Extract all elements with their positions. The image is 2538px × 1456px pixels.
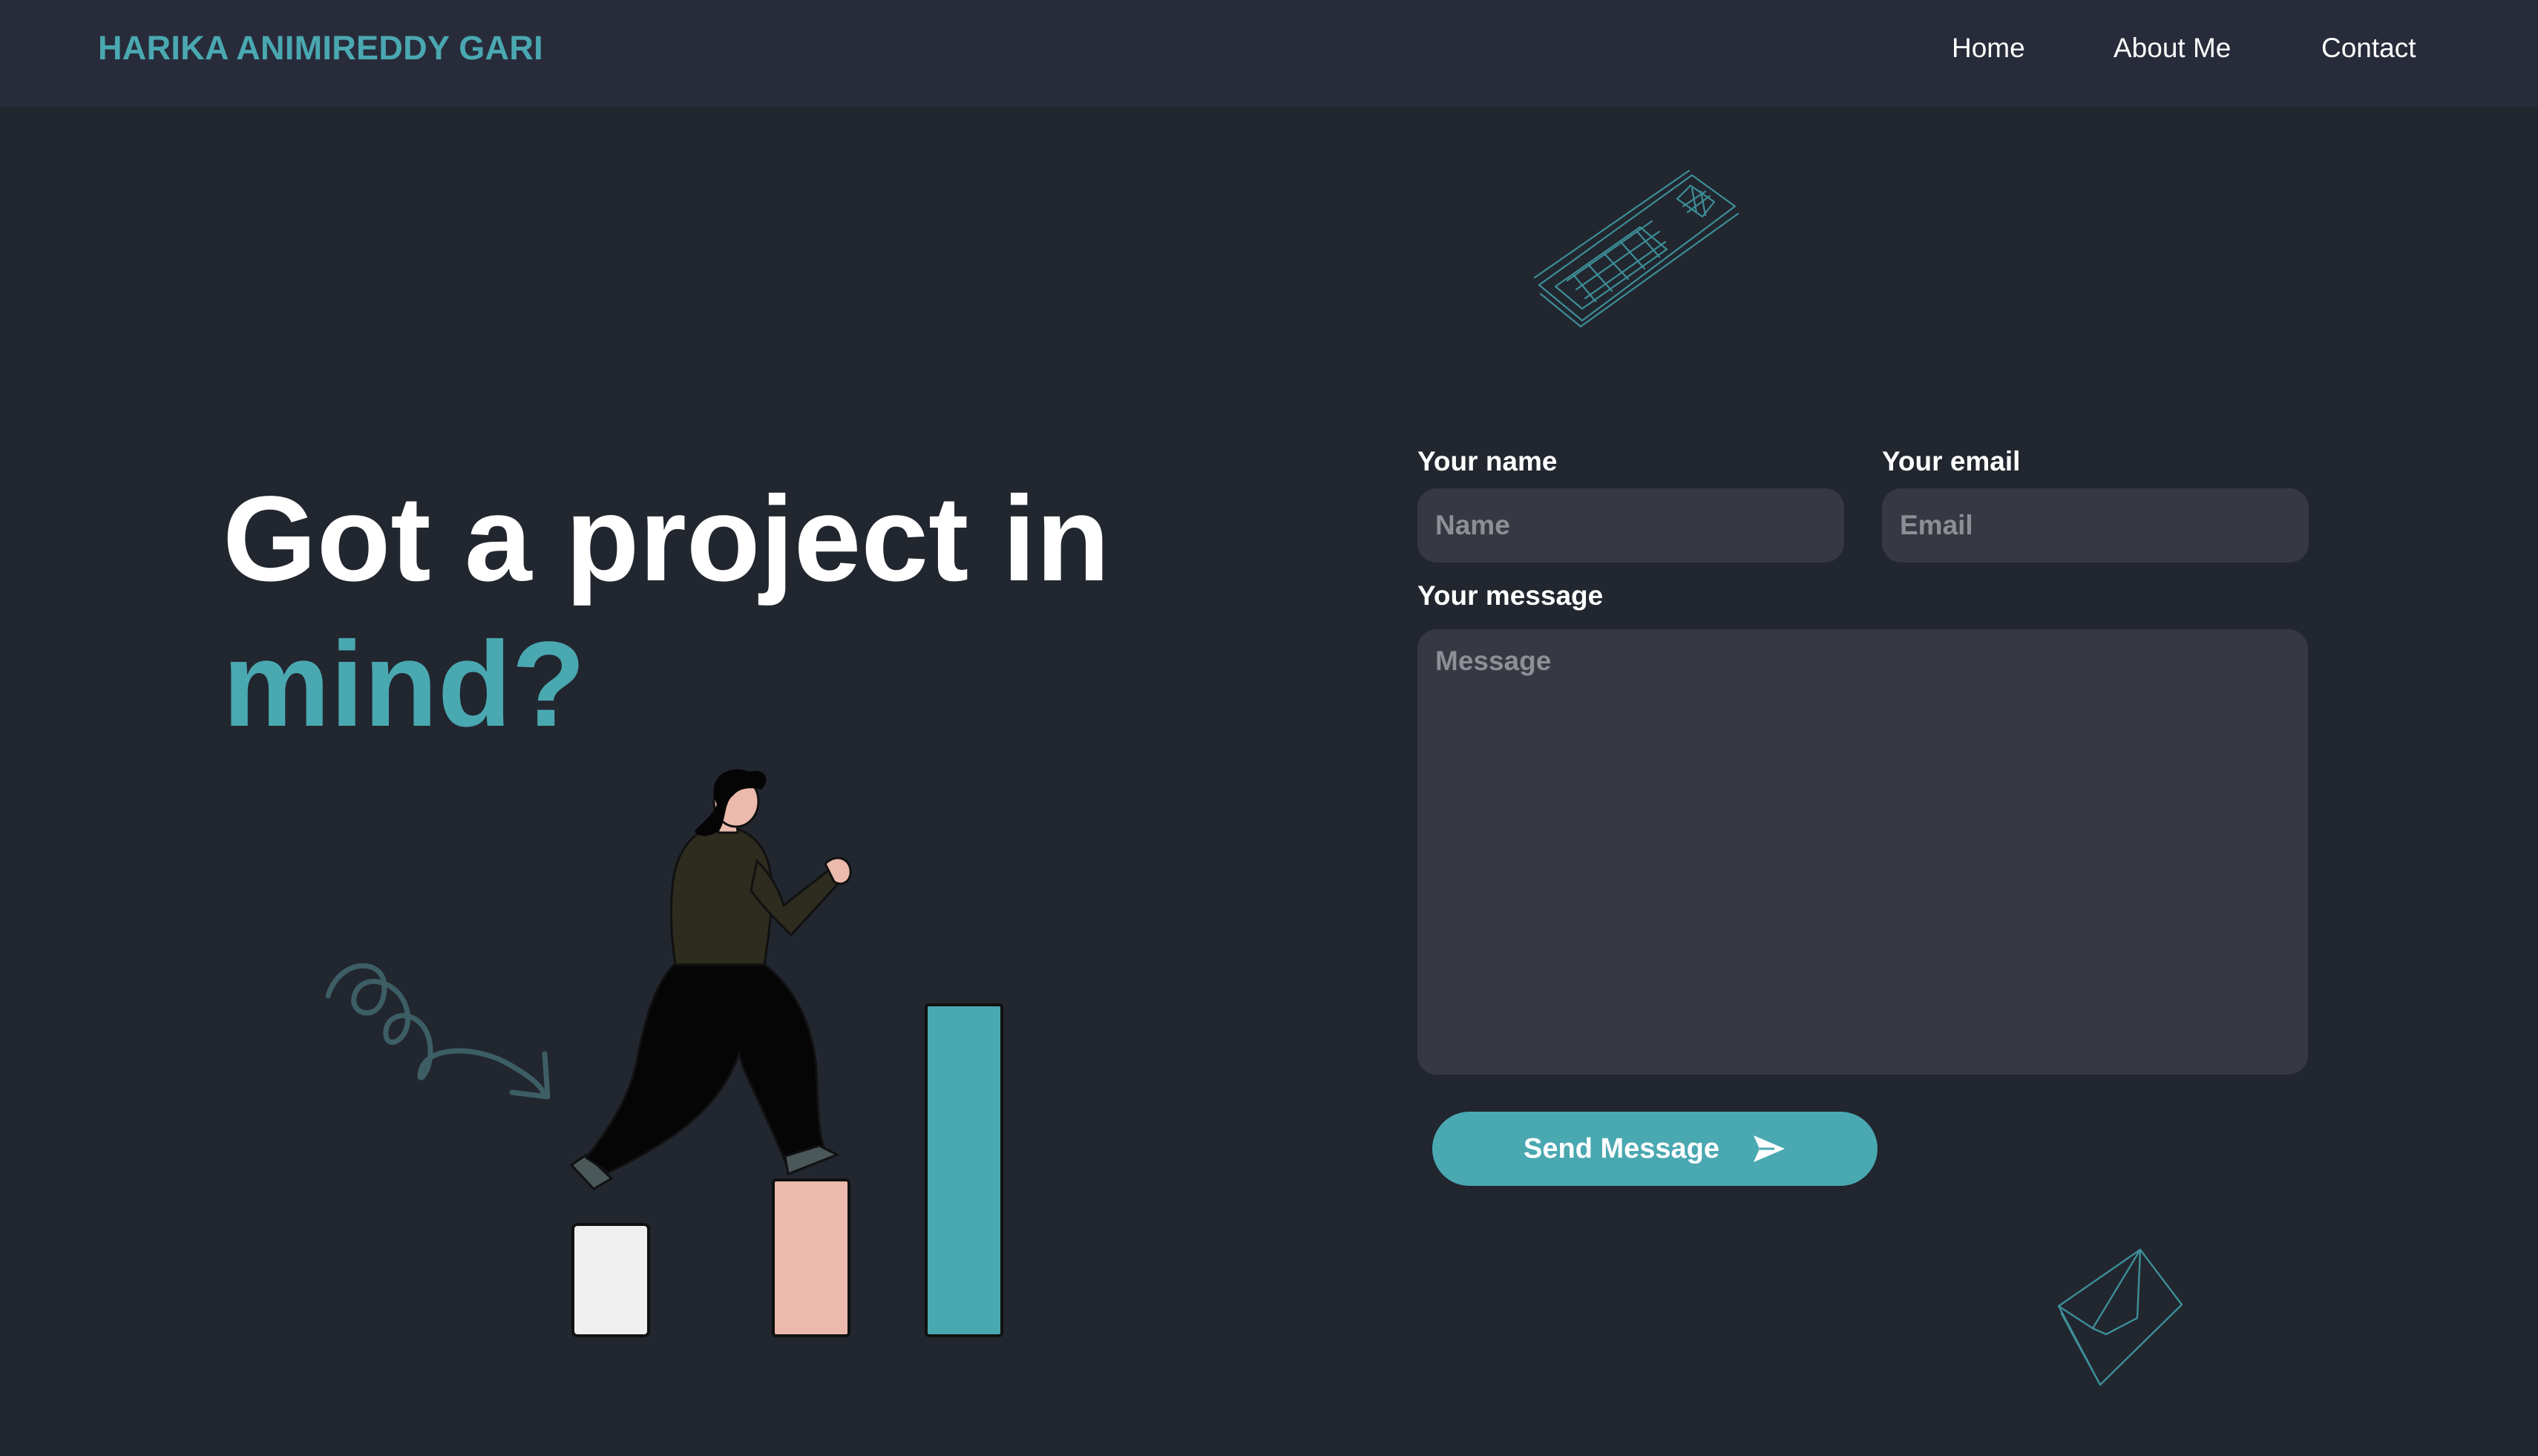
brand-logo[interactable]: HARIKA ANIMIREDDY GARI: [98, 28, 543, 68]
keyboard-doodle-icon: [1533, 169, 1739, 328]
hero-line-2: mind?: [223, 616, 586, 752]
message-label: Your message: [1417, 580, 1604, 611]
hero-headline: Got a project in mind?: [223, 466, 1336, 757]
message-textarea[interactable]: [1417, 629, 2308, 1075]
send-plane-icon: [1754, 1135, 1785, 1162]
nav-contact[interactable]: Contact: [2321, 30, 2416, 67]
nav-about-me[interactable]: About Me: [2114, 30, 2231, 67]
name-label: Your name: [1417, 446, 1558, 476]
bar-pink: [772, 1178, 850, 1337]
bar-white: [571, 1223, 650, 1337]
hero-line-1: Got a project in: [223, 470, 1110, 606]
envelope-doodle-icon: [2057, 1248, 2183, 1386]
email-input[interactable]: [1882, 488, 2309, 563]
send-message-label: Send Message: [1524, 1132, 1719, 1164]
nav-home[interactable]: Home: [1952, 30, 2025, 67]
curly-arrow-doodle-icon: [325, 963, 551, 1100]
send-message-button[interactable]: Send Message: [1432, 1112, 1878, 1186]
climbing-person-illustration: [569, 769, 1003, 1337]
name-input[interactable]: [1417, 488, 1844, 563]
bar-teal: [925, 1003, 1003, 1337]
navbar: HARIKA ANIMIREDDY GARI Home About Me Con…: [0, 0, 2538, 107]
email-label: Your email: [1882, 446, 2021, 476]
